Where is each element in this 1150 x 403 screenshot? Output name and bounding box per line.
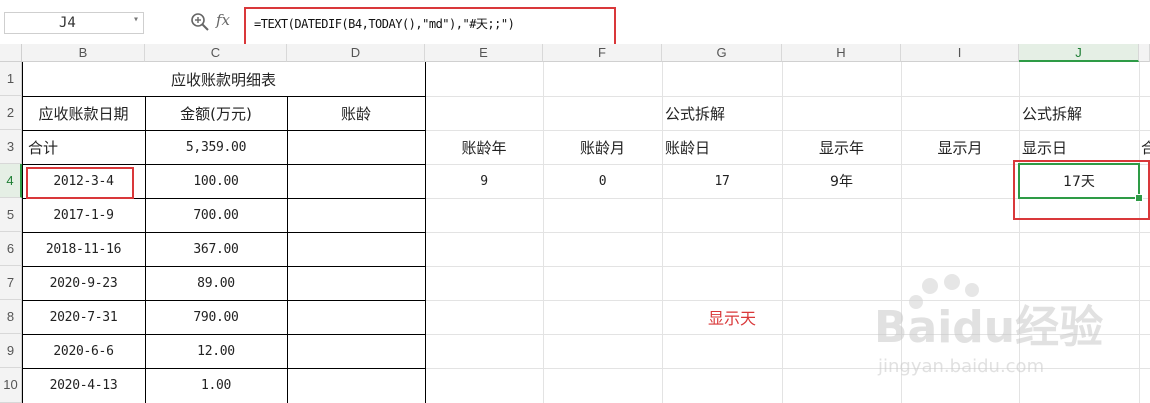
row-header-9[interactable]: 9 xyxy=(0,334,22,368)
row-header-1[interactable]: 1 xyxy=(0,62,22,96)
column-header-c[interactable]: C xyxy=(145,44,287,62)
column-header-k[interactable] xyxy=(1139,44,1150,62)
row-header-10[interactable]: 10 xyxy=(0,368,22,403)
select-all-corner[interactable] xyxy=(0,44,22,62)
value-years[interactable]: 9 xyxy=(425,164,543,198)
watermark-brand: Baidu经验 xyxy=(874,302,1103,353)
row-header-8[interactable]: 8 xyxy=(0,300,22,334)
header-aging-days[interactable]: 账龄日 xyxy=(662,130,782,164)
record-date[interactable]: 2020-4-13 xyxy=(22,368,145,402)
record-date[interactable]: 2018-11-16 xyxy=(22,232,145,266)
fx-icon[interactable]: fx xyxy=(216,11,230,29)
row-header-4[interactable]: 4 xyxy=(0,164,22,198)
row-header-7[interactable]: 7 xyxy=(0,266,22,300)
row-header-3[interactable]: 3 xyxy=(0,130,22,164)
annotation-label: 显示天 xyxy=(707,309,756,328)
row-header-5[interactable]: 5 xyxy=(0,198,22,232)
header-date[interactable]: 应收账款日期 xyxy=(22,96,145,130)
name-box[interactable]: J4 ▾ xyxy=(4,12,144,34)
value-show-year[interactable]: 9年 xyxy=(782,164,901,198)
column-header-f[interactable]: F xyxy=(543,44,662,62)
breakdown-title[interactable]: 公式拆解 xyxy=(662,96,782,130)
highlight-box-b4 xyxy=(26,167,134,199)
record-amount[interactable]: 89.00 xyxy=(145,266,287,300)
record-amount[interactable]: 700.00 xyxy=(145,198,287,232)
formula-input[interactable]: =TEXT(DATEDIF(B4,TODAY(),"md"),"#天;;") xyxy=(244,7,616,49)
column-header-d[interactable]: D xyxy=(287,44,425,62)
row-header-2[interactable]: 2 xyxy=(0,96,22,130)
watermark-url: jingyan.baidu.com xyxy=(877,356,1044,377)
column-header-b[interactable]: B xyxy=(22,44,145,62)
header-aging-years[interactable]: 账龄年 xyxy=(425,130,543,164)
value-months[interactable]: 0 xyxy=(543,164,662,198)
total-label[interactable]: 合计 xyxy=(22,130,145,164)
record-date[interactable]: 2020-6-6 xyxy=(22,334,145,368)
header-aging[interactable]: 账龄 xyxy=(287,96,425,130)
column-header-j[interactable]: J xyxy=(1019,44,1139,62)
record-date[interactable]: 2017-1-9 xyxy=(22,198,145,232)
chevron-down-icon[interactable]: ▾ xyxy=(133,14,139,25)
record-amount[interactable]: 1.00 xyxy=(145,368,287,402)
name-box-value: J4 xyxy=(59,15,76,31)
table-title[interactable]: 应收账款明细表 xyxy=(22,62,425,96)
column-header-e[interactable]: E xyxy=(425,44,543,62)
value-days[interactable]: 17 xyxy=(662,164,782,198)
column-header-g[interactable]: G xyxy=(662,44,782,62)
row-header-6[interactable]: 6 xyxy=(0,232,22,266)
baidu-jingyan-watermark: Baidu经验 jingyan.baidu.com xyxy=(874,274,1103,377)
record-amount[interactable]: 100.00 xyxy=(145,164,287,198)
record-amount[interactable]: 367.00 xyxy=(145,232,287,266)
table-border xyxy=(287,96,288,403)
record-amount[interactable]: 790.00 xyxy=(145,300,287,334)
column-header-i[interactable]: I xyxy=(901,44,1019,62)
column-header-h[interactable]: H xyxy=(782,44,901,62)
formula-text: =TEXT(DATEDIF(B4,TODAY(),"md"),"#天;;") xyxy=(254,17,515,31)
zoom-icon[interactable] xyxy=(188,10,212,34)
header-show-day[interactable]: 显示日 xyxy=(1019,130,1139,164)
total-amount[interactable]: 5,359.00 xyxy=(145,130,287,164)
highlight-box-j4 xyxy=(1013,160,1150,220)
breakdown-title[interactable]: 公式拆解 xyxy=(1019,96,1139,130)
header-truncated[interactable]: 合 xyxy=(1139,130,1150,164)
record-date[interactable]: 2020-7-31 xyxy=(22,300,145,334)
header-aging-months[interactable]: 账龄月 xyxy=(543,130,662,164)
header-amount[interactable]: 金额(万元) xyxy=(145,96,287,130)
formula-bar: J4 ▾ fx =TEXT(DATEDIF(B4,TODAY(),"md"),"… xyxy=(0,0,1150,49)
record-date[interactable]: 2020-9-23 xyxy=(22,266,145,300)
header-show-year[interactable]: 显示年 xyxy=(782,130,901,164)
record-amount[interactable]: 12.00 xyxy=(145,334,287,368)
header-show-month[interactable]: 显示月 xyxy=(901,130,1019,164)
